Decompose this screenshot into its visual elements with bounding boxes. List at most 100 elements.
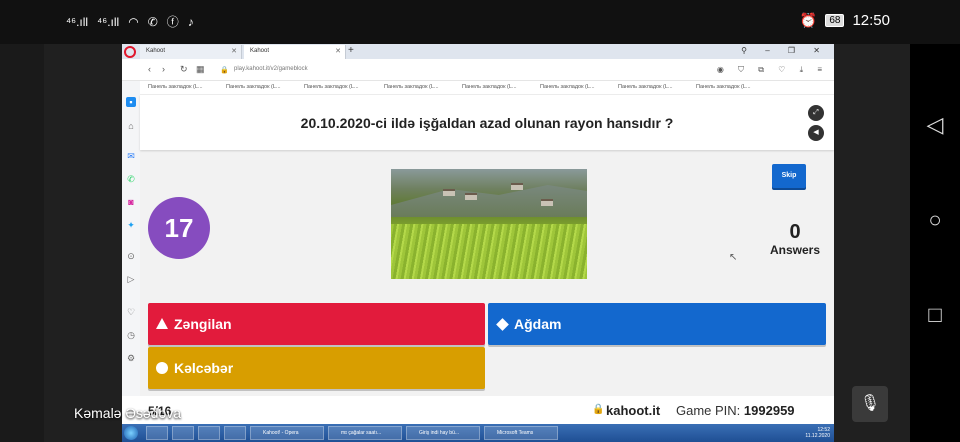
left-margin xyxy=(0,44,44,442)
mic-muted-icon[interactable]: 🎙 xyxy=(852,386,888,422)
messenger-icon[interactable]: ✉ xyxy=(126,151,136,161)
phone-screen: ⁴⁶.ıll ⁴⁶.ıll ◠ ✆ ⓕ ♪ ⏰ 68 12:50 ◁ ○ □ K… xyxy=(0,0,960,442)
windows-taskbar: Kahoot! - Opera mɪ çağalar saatı... Giri… xyxy=(122,424,834,442)
heart-icon[interactable]: ♡ xyxy=(126,307,136,317)
game-pin-value: 1992959 xyxy=(743,403,795,418)
tab-kahoot-2[interactable]: Kahoot ✕ xyxy=(244,45,346,59)
answer-option-yellow[interactable]: Kəlcəbər xyxy=(148,347,485,389)
answer-option-blue[interactable]: Ağdam xyxy=(488,303,826,345)
lock-icon: 🔒 xyxy=(220,67,229,74)
question-image xyxy=(391,169,587,279)
opera-sidebar: ▪ ⌂ ✉ ✆ ◙ ✦ ⊙ ▷ ♡ ◷ ⚙ xyxy=(122,81,140,424)
settings-icon[interactable]: ⚙ xyxy=(126,353,136,363)
twitter-icon[interactable]: ✦ xyxy=(126,220,136,230)
address-icons[interactable]: ◉ ⛉ ⧉ ♡ ⤓ ≡ xyxy=(717,65,828,75)
reload-icon[interactable]: ↻ xyxy=(180,64,188,75)
tiktok-icon: ♪ xyxy=(187,14,194,29)
tab-label: Kahoot xyxy=(250,48,270,54)
answer-label: Ağdam xyxy=(514,316,562,332)
bookmark-item[interactable]: Панель закладок (L... xyxy=(148,84,203,90)
grass-shape xyxy=(391,224,587,279)
back-icon[interactable]: ◁ xyxy=(924,114,946,136)
diamond-icon xyxy=(496,318,509,331)
taskbar-chrome[interactable] xyxy=(198,426,220,440)
taskbar-opera[interactable]: Kahoot! - Opera xyxy=(250,426,324,440)
triangle-icon xyxy=(156,318,168,329)
whatsapp-icon[interactable]: ✆ xyxy=(126,174,136,184)
taskbar-explorer[interactable] xyxy=(146,426,168,440)
home-icon[interactable]: ○ xyxy=(924,209,946,231)
home-sidebar-icon[interactable]: ▪ xyxy=(126,97,136,107)
caller-name: Kəmalə Əsədova xyxy=(74,405,182,421)
taskbar-teams-1[interactable]: mɪ çağalar saatı... xyxy=(328,426,402,440)
answer-option-red[interactable]: Zəngilan xyxy=(148,303,485,345)
timer-countdown: 17 xyxy=(148,197,210,259)
address-bar: ‹ › ↻ ▦ 🔒 play.kahoot.it/v2/gameblock ◉ … xyxy=(122,59,834,81)
bookmark-item[interactable]: Панель закладок (L... xyxy=(618,84,673,90)
volume-icon[interactable]: ◀ xyxy=(808,125,824,141)
instagram-icon[interactable]: ◙ xyxy=(126,197,136,207)
fullscreen-icon[interactable]: ⤢ xyxy=(808,105,824,121)
signal-icon: ⁴⁶.ıll xyxy=(97,14,120,29)
battery-indicator: 68 xyxy=(825,14,845,27)
house-shape xyxy=(511,183,523,190)
house-shape xyxy=(541,199,553,206)
circle-icon xyxy=(156,362,168,374)
site-name: kahoot.it xyxy=(606,403,661,418)
skip-button[interactable]: Skip xyxy=(772,164,806,188)
taskbar-teams-3[interactable]: Microsoft Teams xyxy=(484,426,558,440)
mountain-shape xyxy=(391,185,587,217)
bookmark-item[interactable]: Панель закладок (L... xyxy=(384,84,439,90)
taskbar-media[interactable] xyxy=(172,426,194,440)
bookmark-item[interactable]: Панель закладок (L... xyxy=(462,84,517,90)
lock-icon: 🔒 xyxy=(592,404,605,415)
bookmark-item[interactable]: Панель закладок (L... xyxy=(696,84,751,90)
house-shape xyxy=(465,193,477,200)
facebook-icon: ⓕ xyxy=(166,15,179,29)
answers-count: 0 xyxy=(789,221,801,243)
answer-label: Zəngilan xyxy=(174,316,232,332)
player-icon[interactable]: ▷ xyxy=(126,274,136,284)
close-icon[interactable]: ✕ xyxy=(231,47,237,55)
tab-bar: Kahoot ✕ Kahoot ✕ + ⚲ – ❐ ✕ xyxy=(122,44,834,59)
favorite-icon[interactable]: ⌂ xyxy=(126,121,136,131)
forward-nav-icon[interactable]: › xyxy=(162,64,165,74)
close-icon[interactable]: ✕ xyxy=(335,47,341,55)
mouse-cursor-icon: ↖ xyxy=(729,252,738,263)
taskbar-teams-2[interactable]: Giriş indi hay bü... xyxy=(406,426,480,440)
shared-screen: Kahoot ✕ Kahoot ✕ + ⚲ – ❐ ✕ ‹ › ↻ ▦ 🔒 pl… xyxy=(44,44,910,442)
game-pin-label: Game PIN: xyxy=(676,403,741,418)
status-bar: ⁴⁶.ıll ⁴⁶.ıll ◠ ✆ ⓕ ♪ ⏰ 68 12:50 xyxy=(0,0,960,44)
kahoot-game: 20.10.2020-ci ildə işğaldan azad olunan … xyxy=(140,95,834,424)
grid-icon[interactable]: ▦ xyxy=(196,64,205,75)
history-sidebar-icon[interactable]: ⊙ xyxy=(126,251,136,261)
tab-label: Kahoot xyxy=(146,48,166,54)
bookmark-item[interactable]: Панель закладок (L... xyxy=(226,84,281,90)
answers-label: Answers xyxy=(769,243,821,257)
back-nav-icon[interactable]: ‹ xyxy=(148,64,151,74)
answer-label: Kəlcəbər xyxy=(174,360,234,376)
system-tray[interactable]: 12:52 11.12.2020 xyxy=(805,427,830,439)
opera-logo-icon[interactable] xyxy=(124,46,136,58)
bookmarks-bar: Панель закладок (L... Панель закладок (L… xyxy=(122,81,834,95)
wifi-icon: ◠ xyxy=(128,14,139,29)
new-tab-icon[interactable]: + xyxy=(348,45,354,56)
android-nav-bar: ◁ ○ □ xyxy=(910,44,960,442)
url-field[interactable]: play.kahoot.it/v2/gameblock xyxy=(234,66,308,72)
status-right: ⏰ 68 12:50 xyxy=(800,12,890,29)
bookmark-item[interactable]: Панель закладок (L... xyxy=(304,84,359,90)
status-left: ⁴⁶.ıll ⁴⁶.ıll ◠ ✆ ⓕ ♪ xyxy=(66,13,194,30)
signal-icon: ⁴⁶.ıll xyxy=(66,14,89,29)
question-text: 20.10.2020-ci ildə işğaldan azad olunan … xyxy=(300,115,674,131)
bookmark-item[interactable]: Панель закладок (L... xyxy=(540,84,595,90)
recents-icon[interactable]: □ xyxy=(924,304,946,326)
alarm-icon: ⏰ xyxy=(799,12,818,28)
game-footer: 5/16 🔒 kahoot.it Game PIN: 1992959 xyxy=(122,396,834,424)
browser-window: Kahoot ✕ Kahoot ✕ + ⚲ – ❐ ✕ ‹ › ↻ ▦ 🔒 pl… xyxy=(122,44,834,424)
phone-icon: ✆ xyxy=(147,14,158,29)
clock-icon[interactable]: ◷ xyxy=(126,330,136,340)
start-button[interactable] xyxy=(124,426,138,440)
window-controls[interactable]: ⚲ – ❐ ✕ xyxy=(741,46,828,55)
taskbar-folder[interactable] xyxy=(224,426,246,440)
tab-kahoot-1[interactable]: Kahoot ✕ xyxy=(140,45,242,59)
